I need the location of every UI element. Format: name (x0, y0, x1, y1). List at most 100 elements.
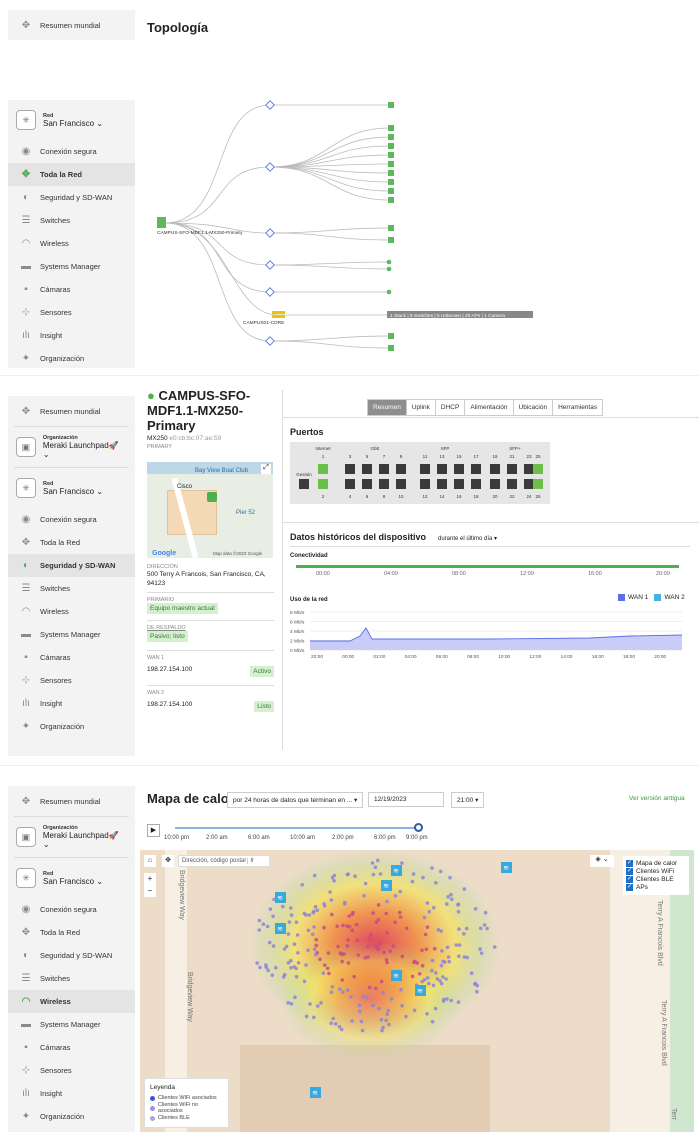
axis-tick: 08:00 (452, 571, 466, 577)
sidebar-item-4[interactable]: ◠ Wireless (8, 990, 135, 1013)
tab-4[interactable]: Ubicación (514, 400, 554, 415)
wan1-ip: 198.27.154.100 (147, 666, 193, 673)
address-search[interactable]: Dirección, código postal Ir (178, 855, 270, 867)
timeline-handle[interactable] (414, 823, 423, 832)
tab-0[interactable]: Resumen (368, 400, 407, 415)
sidebar-item-8[interactable]: ılı Insight (8, 1082, 135, 1105)
timeline-label: 10:00 pm (164, 835, 190, 841)
sidebar-item-3[interactable]: ☰ Switches (8, 967, 135, 990)
y-tick: 2 Mb/s (290, 639, 305, 645)
sidebar-item-4[interactable]: ◠ Wireless (8, 600, 135, 623)
sidebar-item-1[interactable]: ✥ Toda la Red (8, 921, 135, 944)
sidebar-item-1[interactable]: ✥ Toda la Red (8, 163, 135, 186)
sidebar-item-5[interactable]: ▬ Systems Manager (8, 255, 135, 278)
client-dot (346, 961, 351, 965)
old-version-link[interactable]: Ver versión antigua (629, 795, 685, 802)
port-13 (437, 464, 447, 474)
wifi-icon: ◠ (21, 606, 31, 617)
history-range[interactable]: durante el último día ▾ (438, 535, 497, 542)
home-icon[interactable]: ⌂ (144, 855, 156, 867)
timeline-track[interactable] (175, 827, 419, 829)
sidebar-item-6[interactable]: ▪ Cámaras (8, 1036, 135, 1059)
port-10 (396, 479, 406, 489)
port-number: 12 (422, 494, 428, 499)
sidebar-item-5[interactable]: ▬ Systems Manager (8, 623, 135, 646)
date-input[interactable]: 12/19/2023 (368, 792, 444, 807)
client-dot (370, 861, 375, 865)
port-group-label: SFP (441, 446, 450, 451)
sidebar-item-7[interactable]: ⊹ Sensores (8, 669, 135, 692)
port-number: 23 (526, 454, 532, 459)
sidebar-item-9[interactable]: ✦ Organización (8, 715, 135, 738)
nav-global-overview[interactable]: ✥ Resumen mundial (8, 786, 135, 816)
location-map[interactable]: Cisco Bay View Boat Club Pier 52 Google … (147, 462, 273, 558)
layers-icon[interactable]: ◈ ⌄ (590, 855, 614, 867)
topology-panel: ✥ Resumen mundial Topología ✳ Red San Fr… (0, 0, 699, 370)
sidebar-item-0[interactable]: ◉ Conexión segura (8, 140, 135, 163)
layer-toggle-1[interactable]: ✓ Clientes WiFi (626, 868, 686, 875)
sidebar-item-6[interactable]: ▪ Cámaras (8, 646, 135, 669)
locate-icon[interactable]: ✥ (162, 855, 174, 867)
client-dot (380, 1028, 384, 1033)
network-selector[interactable]: ✳ Red San Francisco ⌄ (8, 468, 135, 508)
sidebar-item-label: Wireless (40, 997, 71, 1006)
sidebar-item-5[interactable]: ▬ Systems Manager (8, 1013, 135, 1036)
layer-label: APs (636, 884, 648, 891)
sidebar-item-8[interactable]: ılı Insight (8, 692, 135, 715)
port-25 (533, 464, 543, 474)
sidebar-item-8[interactable]: ılı Insight (8, 324, 135, 347)
sidebar-item-3[interactable]: ☰ Switches (8, 577, 135, 600)
network-icon: ✳ (16, 868, 36, 888)
layer-toggle-2[interactable]: ✓ Clientes BLE (626, 876, 686, 883)
org-selector[interactable]: ▣ Organización Meraki Launchpad🚀 ⌄ (8, 427, 135, 467)
play-button[interactable]: ▶ (147, 824, 160, 837)
layer-toggle-3[interactable]: ✓ APs (626, 884, 686, 891)
client-dot (286, 1000, 290, 1005)
tab-5[interactable]: Herramientas (553, 400, 602, 415)
zoom-controls[interactable]: + − (144, 873, 156, 897)
client-dot (389, 997, 394, 1001)
sidebar-item-0[interactable]: ◉ Conexión segura (8, 508, 135, 531)
client-dot (432, 946, 437, 951)
tab-3[interactable]: Alimentación (465, 400, 514, 415)
checkbox-checked-icon[interactable]: ✓ (626, 884, 633, 891)
connectivity-axis: 00:00 04:00 08:00 12:00 16:00 20:00 (296, 571, 679, 579)
legend-item: Clientes WiFi no asociados (150, 1102, 223, 1114)
port-group-label: Gestión (296, 472, 312, 477)
range-select[interactable]: por 24 horas de datos que terminan en ..… (227, 792, 364, 808)
tab-1[interactable]: Uplink (407, 400, 436, 415)
nav-global-overview[interactable]: ✥ Resumen mundial (8, 396, 135, 426)
checkbox-checked-icon[interactable]: ✓ (626, 876, 633, 883)
y-tick: 6 Mb/s (290, 620, 305, 626)
tab-2[interactable]: DHCP (436, 400, 466, 415)
go-button[interactable]: Ir (247, 858, 255, 864)
network-selector[interactable]: ✳ Red San Francisco ⌄ (8, 858, 135, 898)
nav-global-overview[interactable]: ✥ Resumen mundial (8, 10, 135, 40)
client-dot (346, 938, 350, 942)
sidebar-item-2[interactable]: ◐ Seguridad y SD-WAN (8, 186, 135, 209)
time-select[interactable]: 21:00 ▾ (451, 792, 485, 808)
client-dot (421, 875, 425, 880)
org-selector[interactable]: ▣ Organización Meraki Launchpad🚀 ⌄ (8, 817, 135, 857)
client-dot (308, 1002, 312, 1006)
network-selector[interactable]: ✳ Red San Francisco ⌄ (8, 100, 135, 140)
sidebar-item-3[interactable]: ☰ Switches (8, 209, 135, 232)
sidebar-item-2[interactable]: ◐ Seguridad y SD-WAN (8, 944, 135, 967)
checkbox-checked-icon[interactable]: ✓ (626, 868, 633, 875)
client-dot (457, 954, 461, 958)
sidebar-item-0[interactable]: ◉ Conexión segura (8, 898, 135, 921)
wan1-status: Activo (250, 666, 274, 677)
sidebar-item-2[interactable]: ◐ Seguridad y SD-WAN (8, 554, 135, 577)
layer-toggle-0[interactable]: ✓ Mapa de calor (626, 860, 686, 867)
checkbox-checked-icon[interactable]: ✓ (626, 860, 633, 867)
sidebar-item-7[interactable]: ⊹ Sensores (8, 301, 135, 324)
sidebar-item-label: Sensores (40, 1066, 72, 1075)
sidebar-item-6[interactable]: ▪ Cámaras (8, 278, 135, 301)
heat-map[interactable]: ≋ ≋ ≋ ≋ ≋ ≋ ≋ ≋ Bridgeview Way Bridgeview Way T… (140, 850, 694, 1132)
sidebar-item-9[interactable]: ✦ Organización (8, 347, 135, 370)
sidebar-item-7[interactable]: ⊹ Sensores (8, 1059, 135, 1082)
sidebar-item-1[interactable]: ✥ Toda la Red (8, 531, 135, 554)
sidebar-item-4[interactable]: ◠ Wireless (8, 232, 135, 255)
client-dot (371, 872, 376, 877)
sidebar-item-9[interactable]: ✦ Organización (8, 1105, 135, 1128)
